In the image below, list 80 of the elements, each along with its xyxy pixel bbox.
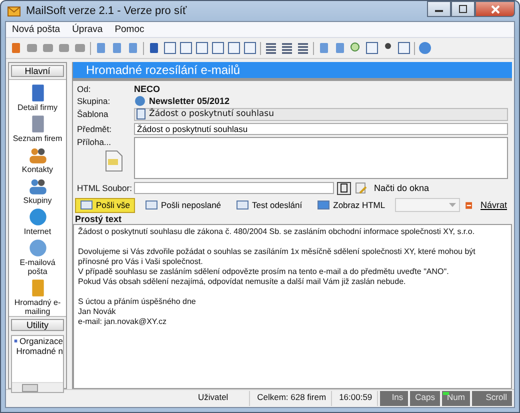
- toolbar-icon[interactable]: [211, 41, 225, 55]
- key-indicator: Caps: [410, 391, 440, 406]
- message-body-field[interactable]: [73, 224, 512, 389]
- tree-item[interactable]: Organizace: [20, 336, 63, 346]
- menu-item[interactable]: Úprava: [72, 24, 103, 35]
- toolbar-icon[interactable]: [280, 41, 294, 55]
- toolbar-icon[interactable]: [179, 41, 193, 55]
- close-button[interactable]: [475, 1, 515, 17]
- horizontal-scrollbar[interactable]: [12, 382, 63, 392]
- action-button[interactable]: Zobraz HTML: [312, 198, 390, 212]
- key-indicator: Ins: [380, 391, 408, 406]
- action-button[interactable]: Pošli neposlané: [140, 198, 226, 212]
- body-text: Pokud Vás obsah sdělení nezajímá, odpovídat nemusíte a další mail Vám již zaslán nebude.: [78, 277, 407, 287]
- sidebar-item[interactable]: Skupiny: [10, 196, 64, 205]
- window-title: MailSoft verze 2.1 - Verze pro síť: [26, 5, 187, 17]
- toolbar-icon[interactable]: [397, 41, 411, 55]
- sidebar-item[interactable]: Hromadný e-mailing: [10, 298, 64, 316]
- sender-value: NECO: [134, 84, 160, 94]
- action-button[interactable]: Pošli vše: [75, 198, 136, 212]
- tree-item[interactable]: Hromadné n: [16, 346, 63, 356]
- toolbar-icon[interactable]: [195, 41, 209, 55]
- section-header: Hromadné rozesílání e-mailů: [73, 62, 512, 81]
- envelope-icon: [145, 199, 158, 211]
- template-field[interactable]: Žádost o poskytnutí souhlasu: [134, 108, 508, 120]
- subject-field[interactable]: Žádost o poskytnutí souhlasu: [134, 123, 508, 135]
- sidebar-item[interactable]: Detail firmy: [10, 103, 64, 112]
- toolbar-icon[interactable]: [227, 41, 241, 55]
- action-button[interactable]: Test odeslání: [231, 198, 308, 212]
- status-user: Uživatel: [177, 391, 250, 406]
- toolbar-icon[interactable]: [296, 41, 310, 55]
- field-label: HTML Soubor:: [77, 183, 131, 193]
- sidebar-item[interactable]: Seznam firem: [10, 134, 64, 143]
- group-value: Newsletter 05/2012: [149, 96, 230, 106]
- window-icon: [317, 199, 330, 211]
- sidebar-item[interactable]: Kontakty: [10, 165, 64, 174]
- toolbar-icon[interactable]: [365, 41, 379, 55]
- section-title: Prostý text: [74, 214, 123, 224]
- group-icon: [134, 95, 146, 107]
- toolbar-icon[interactable]: [163, 41, 177, 55]
- sidebar-tab[interactable]: Hlavní: [11, 65, 64, 77]
- globe-icon[interactable]: [28, 207, 48, 227]
- maximize-button[interactable]: [451, 1, 475, 17]
- toolbar-icon[interactable]: [264, 41, 278, 55]
- field-label: Od:: [77, 84, 92, 94]
- status-time: 16:00:59: [334, 391, 378, 406]
- toolbar-icon[interactable]: [147, 41, 161, 55]
- sidebar-item[interactable]: Internet: [10, 227, 64, 236]
- back-button[interactable]: Návrat: [477, 200, 510, 210]
- body-text: Dovolujeme si Vás zdvořile požádat o souhlas se zasíláním 1x měsíčně sdělení společnosti XY, které mohou být přínosné pro Vás i Vaši společnost.: [78, 247, 476, 267]
- envelope-icon[interactable]: [9, 41, 23, 55]
- browse-button[interactable]: [337, 182, 351, 194]
- menu-item[interactable]: Pomoc: [114, 24, 144, 35]
- menu-item[interactable]: Nová pošta: [12, 24, 60, 35]
- caret-icon: [448, 203, 456, 207]
- sidebar-tab[interactable]: Utility: [11, 319, 64, 331]
- mailbox-icon[interactable]: [28, 238, 48, 258]
- minimize-button[interactable]: [427, 1, 451, 17]
- help-icon[interactable]: [418, 41, 432, 55]
- envelope-icon: [236, 199, 250, 211]
- body-text: S úctou a přáním úspěšného dne: [78, 297, 197, 307]
- key-indicator: Scroll: [472, 391, 512, 406]
- body-text: Jan Novák: [78, 307, 117, 317]
- html-file-field[interactable]: [134, 182, 334, 194]
- field-label: Předmět:: [77, 124, 112, 134]
- envelope-icon: [7, 5, 21, 17]
- close-icon: [490, 4, 500, 14]
- load-button[interactable]: Načti do okna: [371, 183, 432, 193]
- field-label: Příloha...: [77, 137, 112, 147]
- body-text: V případě souhlasu se zasláním sdělení odpovězte prosím na tento e-mail a do předmětu uveďte "ANO".: [78, 267, 450, 277]
- field-label: Skupina:: [77, 96, 112, 106]
- field-label: Šablona: [77, 109, 110, 119]
- body-text: Žádost o poskytnutí souhlasu dle zákona č. 480/2004 Sb. se zasláním obchodní informace společnosti XY, s.r.o.: [78, 227, 476, 237]
- toolbar-icon[interactable]: [243, 41, 257, 55]
- body-text: e-mail: jan.novak@XY.cz: [78, 317, 168, 327]
- attachment-field[interactable]: [134, 137, 508, 179]
- key-indicator: Num: [442, 391, 470, 406]
- maximize-icon: [459, 5, 467, 13]
- status-count: Celkem: 628 firem: [252, 391, 332, 406]
- envelope-icon: [80, 199, 93, 211]
- sidebar-item[interactable]: E-mailová pošta: [10, 258, 64, 276]
